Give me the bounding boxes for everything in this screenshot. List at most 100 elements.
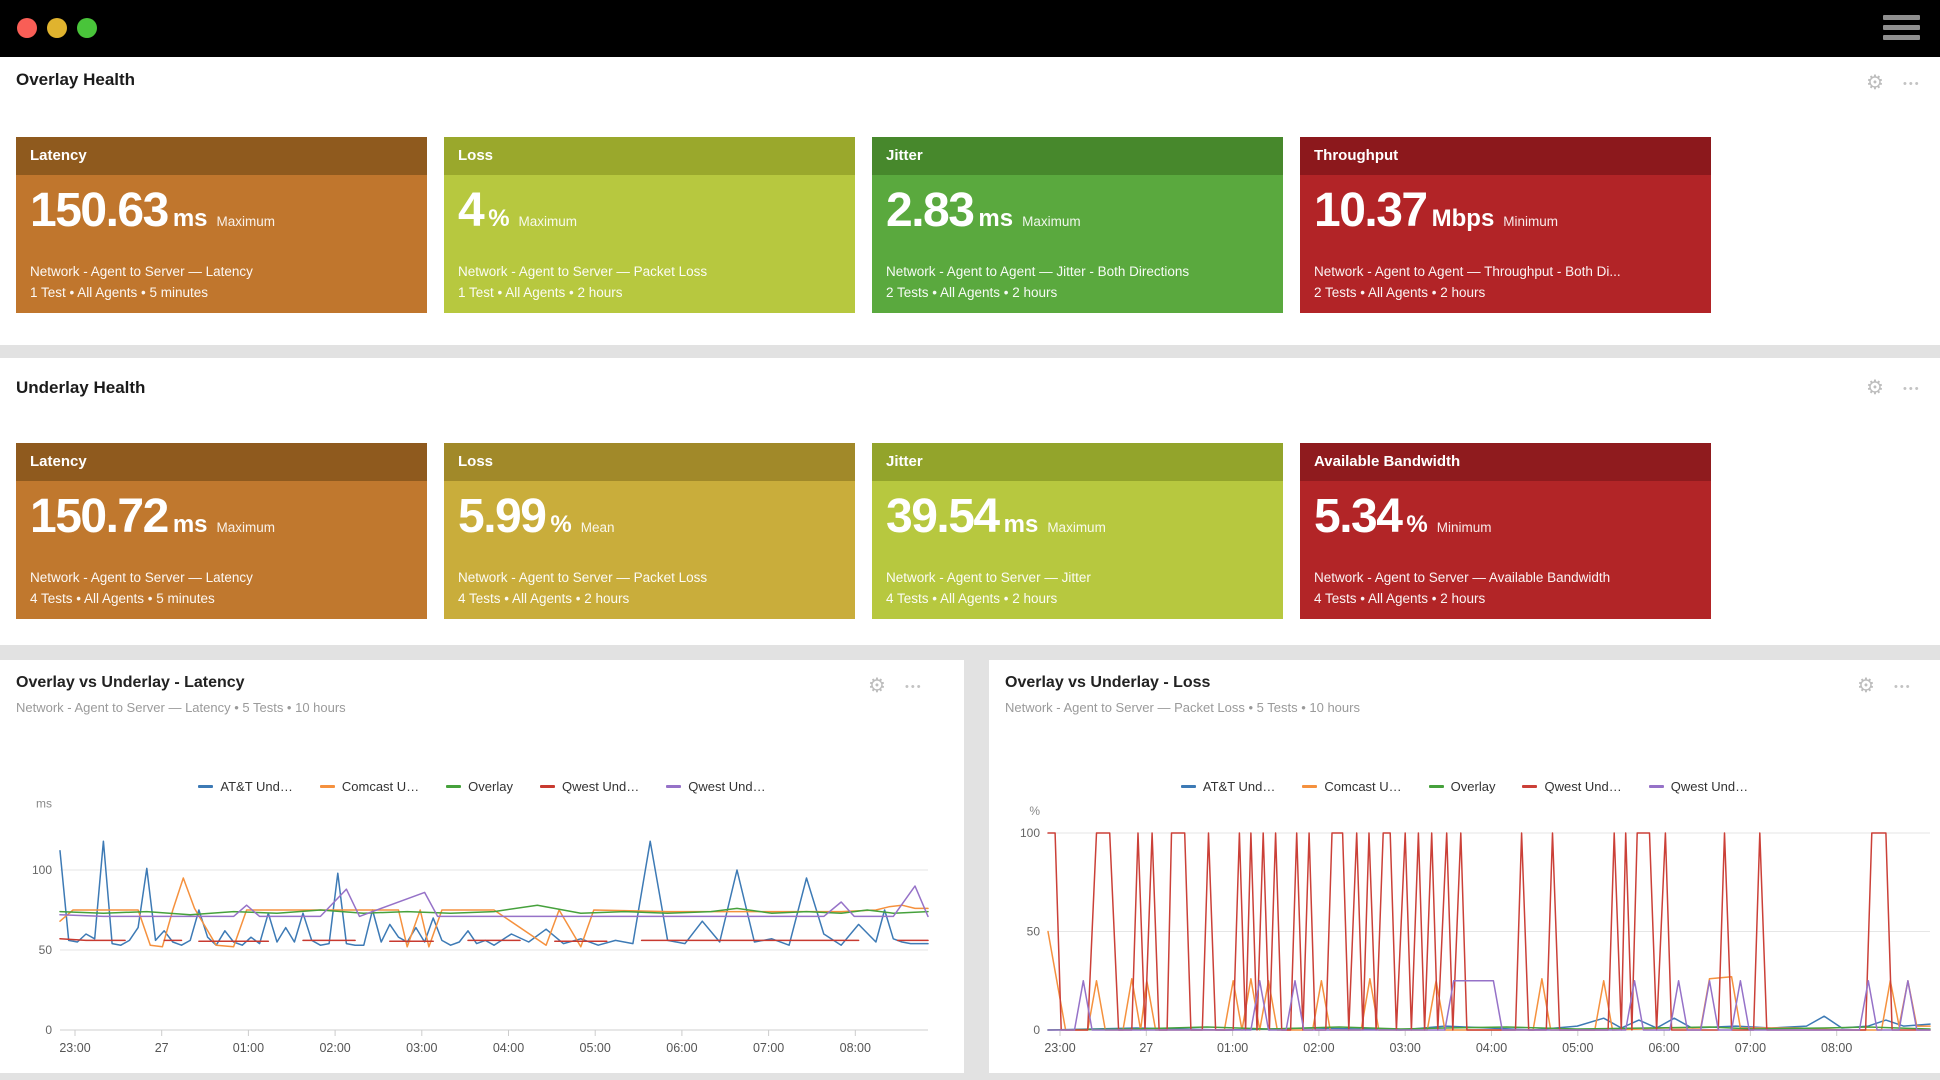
kpi-unit: % <box>1406 511 1428 538</box>
x-axis-tick-label: 06:00 <box>1648 1041 1679 1055</box>
x-axis-tick-label: 07:00 <box>753 1041 784 1055</box>
kpi-test-summary: 4 Tests • All Agents • 2 hours <box>458 591 630 606</box>
kpi-value: 150.72 <box>30 490 169 543</box>
kpi-metric-description: Network - Agent to Server — Packet Loss <box>458 264 708 279</box>
x-axis-tick-label: 04:00 <box>493 1041 524 1055</box>
kpi-metric-description: Network - Agent to Server — Latency <box>30 264 253 279</box>
kpi-stat-label: Minimum <box>1436 520 1492 535</box>
chart-series-line <box>59 840 929 946</box>
kpi-test-summary: 4 Tests • All Agents • 2 hours <box>886 591 1058 606</box>
kpi-card-overlay-loss[interactable]: Loss 4 % Maximum Network - Agent to Serv… <box>444 137 855 313</box>
loss-line-chart[interactable]: 0 50 100% 23:00 27 01:00 02:00 03:00 04:00 05:00 0… <box>989 660 1940 1073</box>
kpi-unit: Mbps <box>1431 205 1495 232</box>
settings-gear-icon[interactable]: ⚙ <box>1866 73 1884 93</box>
y-axis-unit-label: ms <box>36 797 52 811</box>
y-axis-tick-label: 0 <box>1033 1023 1040 1037</box>
kpi-value: 39.54 <box>886 490 1000 543</box>
kpi-stat-label: Mean <box>580 520 615 535</box>
kpi-metric-description: Network - Agent to Server — Latency <box>30 570 253 585</box>
kpi-metric-description: Network - Agent to Agent — Throughput - … <box>1314 264 1621 279</box>
x-axis-tick-label: 02:00 <box>1303 1041 1334 1055</box>
x-axis-tick-label: 27 <box>1139 1041 1153 1055</box>
kpi-test-summary: 4 Tests • All Agents • 2 hours <box>1314 591 1486 606</box>
latency-line-chart[interactable]: 0 50 100 ms 23:00 27 01:00 02:00 03:00 04:00 05:00… <box>0 660 964 1073</box>
close-window-button[interactable] <box>17 18 37 38</box>
kpi-stat-label: Maximum <box>216 520 276 535</box>
x-axis-tick-label: 07:00 <box>1735 1041 1766 1055</box>
x-axis-tick-label: 23:00 <box>59 1041 90 1055</box>
kpi-unit: ms <box>172 511 208 538</box>
section-title: Underlay Health <box>16 378 146 397</box>
x-axis-tick-label: 05:00 <box>1562 1041 1593 1055</box>
x-axis-tick-label: 02:00 <box>319 1041 350 1055</box>
kpi-value: 2.83 <box>886 184 975 237</box>
more-options-icon[interactable]: ••• <box>1903 79 1921 90</box>
kpi-value: 150.63 <box>30 184 169 237</box>
kpi-unit: ms <box>1003 511 1039 538</box>
kpi-unit: % <box>488 205 510 232</box>
kpi-test-summary: 4 Tests • All Agents • 5 minutes <box>30 591 215 606</box>
section-title: Overlay Health <box>16 70 136 89</box>
kpi-card-underlay-latency[interactable]: Latency 150.72 ms Maximum Network - Agen… <box>16 443 427 619</box>
kpi-metric-description: Network - Agent to Agent — Jitter - Both… <box>886 264 1190 279</box>
kpi-test-summary: 2 Tests • All Agents • 2 hours <box>1314 285 1486 300</box>
x-axis-tick-label: 03:00 <box>406 1041 437 1055</box>
x-axis-tick-label: 06:00 <box>666 1041 697 1055</box>
kpi-stat-label: Maximum <box>216 214 276 229</box>
kpi-card-title: Latency <box>16 137 427 175</box>
kpi-test-summary: 2 Tests • All Agents • 2 hours <box>886 285 1058 300</box>
y-axis-tick-label: 0 <box>45 1023 52 1037</box>
kpi-card-overlay-jitter[interactable]: Jitter 2.83 ms Maximum Network - Agent t… <box>872 137 1283 313</box>
kpi-card-title: Throughput <box>1300 137 1711 175</box>
kpi-test-summary: 1 Test • All Agents • 2 hours <box>458 285 623 300</box>
kpi-stat-label: Maximum <box>518 214 578 229</box>
section-overlay-health: Overlay Health ⚙ ••• Latency 150.63 ms M… <box>0 57 1940 345</box>
kpi-card-title: Jitter <box>872 443 1283 481</box>
kpi-stat-label: Minimum <box>1503 214 1559 229</box>
kpi-metric-description: Network - Agent to Server — Available Ba… <box>1314 570 1611 585</box>
kpi-test-summary: 1 Test • All Agents • 5 minutes <box>30 285 209 300</box>
x-axis-tick-label: 27 <box>155 1041 169 1055</box>
kpi-metric-description: Network - Agent to Server — Packet Loss <box>458 570 708 585</box>
x-axis-tick-label: 23:00 <box>1044 1041 1075 1055</box>
kpi-value: 5.34 <box>1314 490 1403 543</box>
kpi-metric-description: Network - Agent to Server — Jitter <box>886 570 1091 585</box>
section-underlay-health: Underlay Health ⚙ ••• Latency 150.72 ms … <box>0 358 1940 645</box>
y-axis-tick-label: 50 <box>39 943 53 957</box>
x-axis-tick-label: 05:00 <box>580 1041 611 1055</box>
x-axis-tick-label: 03:00 <box>1390 1041 1421 1055</box>
kpi-card-title: Available Bandwidth <box>1300 443 1711 481</box>
more-options-icon[interactable]: ••• <box>1903 384 1921 395</box>
y-axis-unit-label: % <box>1029 804 1040 818</box>
minimize-window-button[interactable] <box>47 18 67 38</box>
kpi-unit: ms <box>172 205 208 232</box>
y-axis-tick-label: 100 <box>1020 826 1040 840</box>
settings-gear-icon[interactable]: ⚙ <box>1866 378 1884 398</box>
window-title-bar <box>0 0 1940 57</box>
kpi-card-title: Jitter <box>872 137 1283 175</box>
chart-panel-loss: Overlay vs Underlay - Loss Network - Age… <box>989 660 1940 1073</box>
x-axis-tick-label: 08:00 <box>840 1041 871 1055</box>
kpi-unit: ms <box>978 205 1014 232</box>
kpi-stat-label: Maximum <box>1022 214 1081 229</box>
y-axis-tick-label: 100 <box>32 863 52 877</box>
y-axis-tick-label: 50 <box>1027 925 1041 939</box>
x-axis-tick-label: 04:00 <box>1476 1041 1507 1055</box>
kpi-card-title: Loss <box>444 443 855 481</box>
kpi-card-overlay-latency[interactable]: Latency 150.63 ms Maximum Network - Agen… <box>16 137 427 313</box>
kpi-unit: % <box>550 511 572 538</box>
chart-series-line <box>1047 980 1931 1031</box>
x-axis-tick-label: 01:00 <box>233 1041 264 1055</box>
kpi-stat-label: Maximum <box>1047 520 1106 535</box>
x-axis-tick-label: 08:00 <box>1821 1041 1852 1055</box>
kpi-card-underlay-bandwidth[interactable]: Available Bandwidth 5.34 % Minimum Netwo… <box>1300 443 1711 619</box>
kpi-value: 4 <box>458 184 485 237</box>
x-axis-tick-label: 01:00 <box>1217 1041 1248 1055</box>
zoom-window-button[interactable] <box>77 18 97 38</box>
kpi-card-overlay-throughput[interactable]: Throughput 10.37 Mbps Minimum Network - … <box>1300 137 1711 313</box>
hamburger-menu-icon[interactable] <box>1883 15 1920 42</box>
kpi-value: 5.99 <box>458 490 547 543</box>
kpi-card-underlay-jitter[interactable]: Jitter 39.54 ms Maximum Network - Agent … <box>872 443 1283 619</box>
kpi-card-title: Latency <box>16 443 427 481</box>
kpi-card-underlay-loss[interactable]: Loss 5.99 % Mean Network - Agent to Serv… <box>444 443 855 619</box>
